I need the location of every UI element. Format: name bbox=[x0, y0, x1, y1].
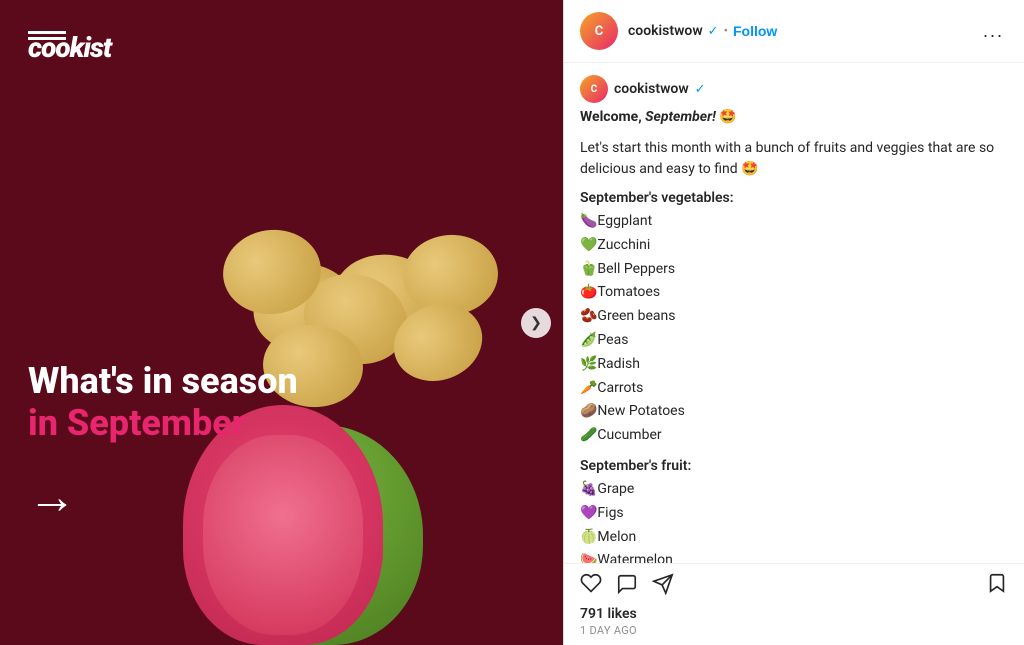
left-panel: cookist What's in season in September → … bbox=[0, 0, 563, 645]
list-item: 🍆Eggplant bbox=[580, 210, 1008, 234]
comment-button[interactable] bbox=[616, 573, 638, 600]
user-info: cookistwow ✓ • Follow bbox=[628, 23, 777, 39]
post-header: C cookistwow ✓ • Follow ... bbox=[564, 0, 1024, 63]
caption-body: Let's start this month with a bunch of f… bbox=[580, 138, 1008, 180]
list-item: 🍇Grape bbox=[580, 478, 1008, 502]
post-footer: 791 likes 1 day ago bbox=[564, 563, 1024, 645]
verified-icon: ✓ bbox=[708, 24, 719, 39]
list-item: 🥒Cucumber bbox=[580, 424, 1008, 448]
post-content: C cookistwow ✓ Welcome, September! 🤩 Let… bbox=[564, 63, 1024, 563]
caption-greeting: Welcome, September! 🤩 bbox=[580, 107, 1008, 128]
post-header-left: C cookistwow ✓ • Follow bbox=[580, 12, 777, 50]
bookmark-button[interactable] bbox=[986, 572, 1008, 600]
more-options-button[interactable]: ... bbox=[979, 17, 1008, 46]
list-item: 🍉Watermelon bbox=[580, 549, 1008, 563]
caption-verified-icon: ✓ bbox=[695, 82, 706, 97]
follow-button[interactable]: Follow bbox=[733, 23, 777, 39]
right-panel: C cookistwow ✓ • Follow ... C cookistwow… bbox=[563, 0, 1024, 645]
vegetables-list: 🍆Eggplant💚Zucchini🫑Bell Peppers🍅Tomatoes… bbox=[580, 210, 1008, 448]
headline: What's in season in September bbox=[28, 362, 298, 445]
avatar: C bbox=[580, 12, 618, 50]
like-button[interactable] bbox=[580, 572, 602, 600]
list-item: 🌿Radish bbox=[580, 353, 1008, 377]
caption-username: cookistwow bbox=[614, 81, 689, 97]
list-item: 💚Zucchini bbox=[580, 234, 1008, 258]
list-item: 🍈Melon bbox=[580, 526, 1008, 550]
username-row: cookistwow ✓ • Follow bbox=[628, 23, 777, 39]
headline-pink: in September bbox=[28, 402, 298, 445]
headline-white: What's in season bbox=[28, 362, 298, 402]
caption-avatar: C bbox=[580, 75, 608, 103]
time-ago: 1 day ago bbox=[580, 624, 1008, 637]
greeting-month: September! bbox=[645, 109, 716, 125]
list-item: 🍅Tomatoes bbox=[580, 281, 1008, 305]
cookist-logo: cookist bbox=[28, 28, 66, 40]
likes-count: 791 likes bbox=[580, 606, 1008, 622]
arrow-button[interactable]: → bbox=[28, 468, 76, 525]
next-slide-button[interactable]: ❯ bbox=[521, 308, 551, 338]
action-row bbox=[580, 572, 1008, 600]
list-item: 🥔New Potatoes bbox=[580, 400, 1008, 424]
list-item: 🫛Peas bbox=[580, 329, 1008, 353]
dot-separator: • bbox=[724, 24, 728, 39]
list-item: 🥕Carrots bbox=[580, 377, 1008, 401]
fruits-list: 🍇Grape💜Figs🍈Melon🍉Watermelon🍑Peaches🍐Pri… bbox=[580, 478, 1008, 563]
greeting-text: Welcome, September! 🤩 bbox=[580, 109, 737, 125]
list-item: 🫘Green beans bbox=[580, 305, 1008, 329]
list-item: 💜Figs bbox=[580, 502, 1008, 526]
list-item: 🫑Bell Peppers bbox=[580, 258, 1008, 282]
username: cookistwow bbox=[628, 23, 703, 39]
fruits-title: September's fruit: bbox=[580, 458, 1008, 474]
share-button[interactable] bbox=[652, 573, 674, 600]
greeting-bold: Welcome, bbox=[580, 109, 645, 125]
vegetables-title: September's vegetables: bbox=[580, 190, 1008, 206]
caption-header: C cookistwow ✓ bbox=[580, 75, 1008, 103]
